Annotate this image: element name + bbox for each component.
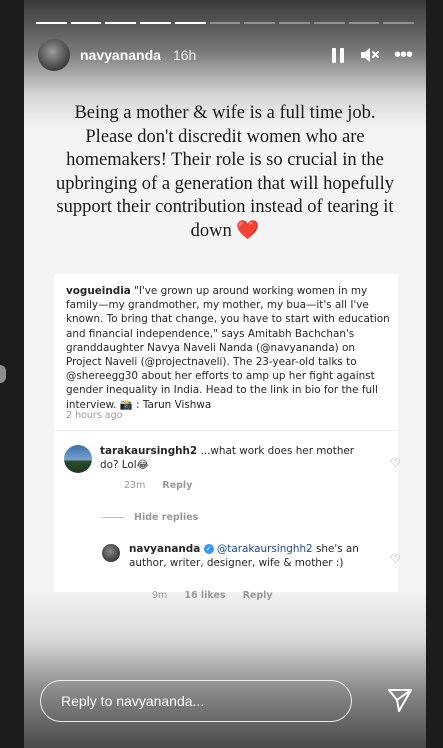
progress-segment <box>279 22 310 24</box>
post-text-segment: ). The 23-year-old talks to <box>222 356 357 369</box>
post-caption: vogueindia "I've grown up around working… <box>66 284 390 412</box>
mute-icon[interactable] <box>360 46 380 64</box>
comment-time: 23m <box>124 480 146 491</box>
reply-reply-label: Reply <box>242 590 273 601</box>
avatar <box>64 445 92 473</box>
story-username[interactable]: navyananda <box>80 47 161 63</box>
reply-likes: 16 likes <box>184 590 226 601</box>
comment-author: tarakaursinghh2 <box>100 445 198 457</box>
post-time: 2 hours ago <box>66 410 123 421</box>
caption-text: Being a mother & wife is a full time job… <box>55 103 395 241</box>
more-icon[interactable]: ••• <box>394 45 413 65</box>
comment-meta: 23m Reply <box>124 480 206 491</box>
heart-outline-icon: ♡ <box>390 456 401 470</box>
mention: @navyananda <box>260 341 335 354</box>
progress-segment <box>313 22 345 24</box>
hide-replies: Hide replies <box>102 512 198 523</box>
story-header: navyananda 16h ••• <box>38 38 413 72</box>
mention: @projectnaveli <box>144 356 223 369</box>
reply-input[interactable]: Reply to navyananda... <box>40 680 352 722</box>
avatar[interactable] <box>38 39 70 71</box>
divider <box>54 430 398 431</box>
comment-reply-label: Reply <box>162 480 193 491</box>
story-viewer[interactable]: navyananda 16h ••• Being a mother & wife… <box>24 0 426 748</box>
verified-badge-icon: ✓ <box>203 544 214 554</box>
story-controls: ••• <box>330 45 413 65</box>
story-caption: Being a mother & wife is a full time job… <box>49 102 401 243</box>
story-progress-bar <box>36 22 415 24</box>
reply-meta: 9m 16 likes Reply <box>152 590 287 601</box>
previous-story-indicator[interactable] <box>0 365 6 383</box>
heart-emoji: ❤️ <box>236 220 260 241</box>
progress-segment <box>36 22 67 24</box>
progress-segment <box>174 22 206 24</box>
send-icon[interactable] <box>386 686 414 714</box>
post-author: vogueindia <box>66 285 131 297</box>
heart-outline-icon: ♡ <box>390 552 401 566</box>
progress-segment <box>140 22 171 24</box>
hide-replies-label: Hide replies <box>134 512 199 523</box>
progress-segment <box>70 22 102 24</box>
avatar <box>102 544 120 562</box>
reply-comment: navyananda ✓ @tarakaursinghh2 she's an a… <box>129 542 364 570</box>
comment: tarakaursinghh2 ...what work does her mo… <box>100 444 362 472</box>
progress-segment <box>244 22 276 24</box>
pause-icon[interactable] <box>330 47 346 63</box>
progress-segment <box>348 22 380 24</box>
progress-segment <box>383 22 415 24</box>
progress-segment <box>105 22 137 24</box>
mention: @shereegg30 <box>66 370 139 383</box>
progress-segment <box>209 22 241 24</box>
reply-time: 9m <box>152 590 168 601</box>
story-timestamp: 16h <box>172 47 197 63</box>
instagram-post-screenshot: vogueindia "I've grown up around working… <box>54 274 401 601</box>
divider <box>102 517 124 518</box>
mention: @tarakaursinghh2 <box>216 543 313 555</box>
reply-placeholder: Reply to navyananda... <box>61 693 205 709</box>
reply-author: navyananda <box>129 543 201 555</box>
